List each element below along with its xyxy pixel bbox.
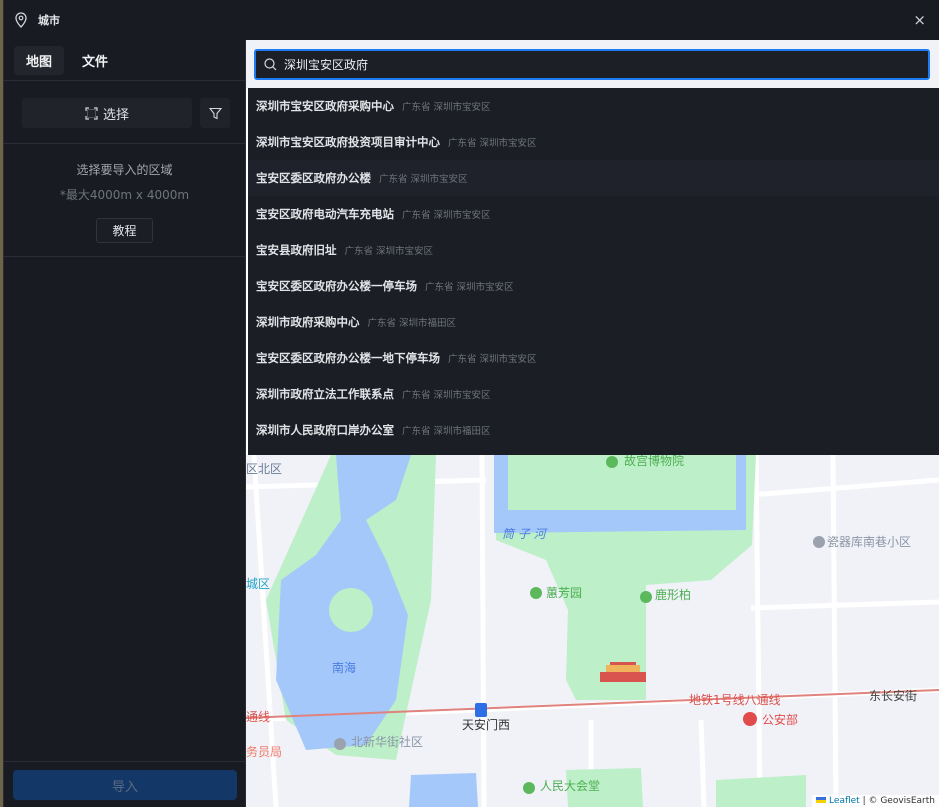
result-name: 宝安区委区政府办公楼 [256, 171, 371, 185]
map-label: 地铁1号线八通线 [689, 693, 781, 707]
map-label: 筒 子 河 [502, 527, 546, 541]
result-location: 广东省 深圳市宝安区 [448, 354, 537, 365]
ukraine-flag-icon [816, 797, 827, 803]
tab-bar: 地图 文件 [4, 40, 245, 81]
region-info: 选择要导入的区域 *最大4000m x 4000m 教程 [4, 144, 245, 257]
result-item[interactable]: 深圳市政府立法工作联系点 广东省 深圳市宝安区 [248, 376, 939, 412]
location-pin-icon [15, 12, 27, 28]
map-label: 鹿形柏 [655, 588, 692, 602]
result-location: 广东省 深圳市宝安区 [402, 102, 491, 113]
tab-map[interactable]: 地图 [14, 45, 65, 75]
window-title: 城市 [38, 14, 60, 27]
map-label: 区北区 [246, 462, 283, 476]
map-label: 务员局 [246, 745, 283, 759]
tutorial-button[interactable]: 教程 [96, 218, 153, 243]
search-box[interactable] [254, 49, 930, 80]
bottom-bar: 导入 [4, 761, 245, 807]
region-size-limit: *最大4000m x 4000m [59, 188, 190, 202]
leaflet-link[interactable]: Leaflet [829, 796, 860, 806]
search-input[interactable] [284, 57, 884, 72]
attribution-text: | © GeovisEarth [859, 796, 935, 806]
island [329, 588, 373, 632]
map-label: 北新华街社区 [351, 735, 424, 749]
import-button[interactable]: 导入 [13, 770, 237, 800]
result-name: 深圳市政府立法工作联系点 [256, 387, 394, 401]
result-location: 广东省 深圳市宝安区 [448, 138, 537, 149]
title-bar: 城市 × [4, 0, 939, 40]
community-pin-icon [813, 536, 825, 548]
result-name: 宝安区委区政府办公楼一停车场 [256, 279, 417, 293]
result-name: 宝安区政府电动汽车充电站 [256, 207, 394, 221]
result-item[interactable]: 宝安区委区政府办公楼 广东省 深圳市宝安区 [248, 160, 939, 196]
search-results: 深圳市宝安区政府采购中心 广东省 深圳市宝安区 深圳市宝安区政府投资项目审计中心广… [246, 88, 939, 455]
map-label: 蕙芳园 [546, 586, 583, 600]
map-label: 城区 [246, 577, 271, 591]
map-label: 天安门西 [462, 718, 511, 732]
result-location: 广东省 深圳市宝安区 [379, 174, 468, 185]
result-item[interactable]: 深圳市宝安区政府采购中心 广东省 深圳市宝安区 [248, 88, 939, 124]
select-label: 选择 [102, 107, 129, 123]
result-item[interactable]: 宝安区委区政府办公楼一停车场 广东省 深圳市宝安区 [248, 268, 939, 304]
toolbar: 选择 [4, 81, 245, 144]
region-hint: 选择要导入的区域 [76, 163, 173, 177]
map-label: 东长安街 [869, 689, 918, 703]
result-item[interactable]: 深圳市政府采购中心 广东省 深圳市福田区 [248, 304, 939, 340]
map-label: 瓷器库南巷小区 [827, 535, 912, 549]
result-location: 广东省 深圳市福田区 [367, 318, 457, 329]
tab-file[interactable]: 文件 [70, 46, 120, 75]
result-item[interactable]: 宝安县政府旧址 广东省 深圳市宝安区 [248, 232, 939, 268]
tiananmen-icon [600, 662, 646, 682]
left-panel: 地图 文件 选择 选择要导入的区域 *最大4000m x 4000m 教程 导入 [4, 40, 246, 807]
search-icon [264, 58, 277, 71]
result-location: 广东省 深圳市福田区 [402, 426, 491, 437]
result-location: 广东省 深圳市宝安区 [425, 282, 514, 293]
map-label: 南海 [332, 661, 357, 675]
result-name: 深圳市宝安区政府投资项目审计中心 [256, 135, 440, 149]
police-pin-icon [743, 712, 757, 726]
result-name: 深圳市人民政府口岸办公室 [256, 423, 394, 437]
map-label: 通线 [246, 710, 271, 724]
result-item[interactable]: 深圳市宝安区政府投资项目审计中心 广东省 深圳市宝安区 [248, 124, 939, 160]
filter-icon [208, 107, 222, 119]
result-location: 广东省 深圳市宝安区 [402, 210, 491, 221]
select-area-button[interactable]: 选择 [22, 98, 192, 128]
result-item[interactable]: 宝安区政府电动汽车充电站 广东省 深圳市宝安区 [248, 196, 939, 232]
result-name: 宝安县政府旧址 [256, 243, 337, 257]
result-name: 深圳市宝安区政府采购中心 [256, 99, 394, 113]
map-attribution: Leaflet | © GeovisEarth [812, 795, 939, 807]
select-frame-icon [85, 106, 98, 120]
metro-station-icon [475, 703, 487, 717]
result-item[interactable]: 深圳市人民政府口岸办公室 广东省 深圳市福田区 [248, 412, 939, 448]
close-icon[interactable]: × [913, 11, 926, 29]
result-name: 宝安区委区政府办公楼一地下停车场 [256, 351, 440, 365]
map-label: 人民大会堂 [540, 779, 601, 793]
filter-button[interactable] [200, 98, 230, 128]
map-label: 公安部 [762, 713, 799, 727]
result-location: 广东省 深圳市宝安区 [344, 246, 434, 257]
result-item[interactable]: 宝安区委区政府办公楼一地下停车场 广东省 深圳市宝安区 [248, 340, 939, 376]
result-location: 广东省 深圳市宝安区 [402, 390, 491, 401]
result-name: 深圳市政府采购中心 [256, 315, 360, 329]
community-pin-icon [334, 738, 346, 750]
